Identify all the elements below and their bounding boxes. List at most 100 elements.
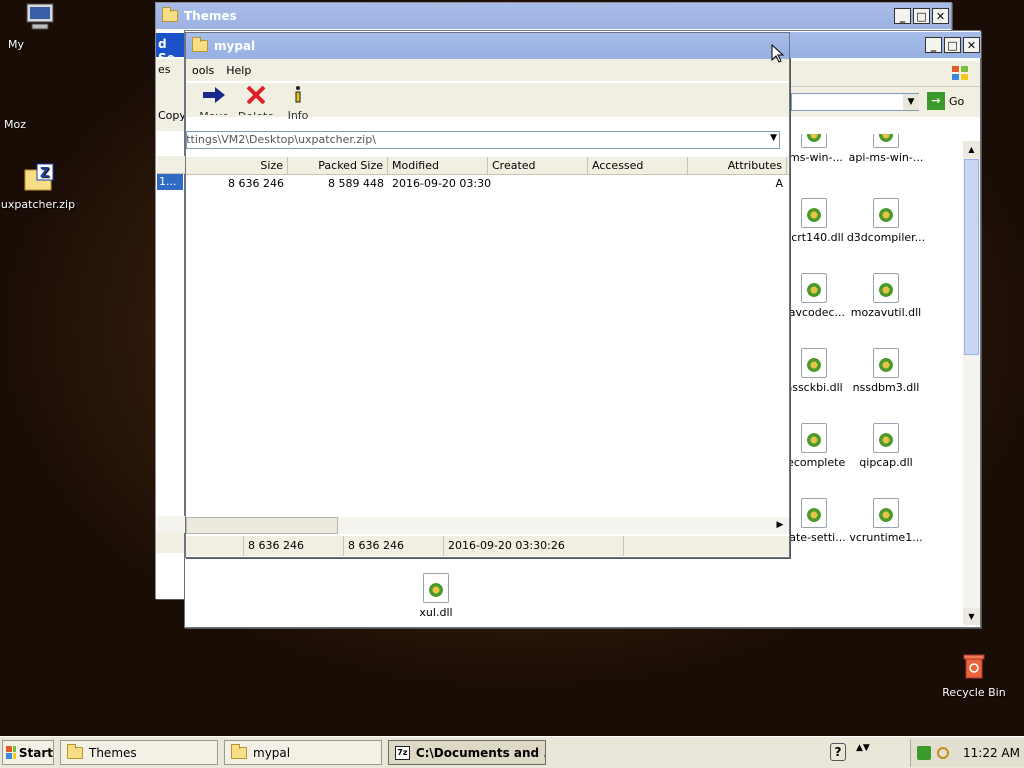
col-modified[interactable]: Modified	[388, 157, 488, 174]
toolbar-partial[interactable]: Copy	[156, 81, 186, 131]
desktop-icon-my-computer[interactable]: My	[2, 2, 78, 51]
table-row[interactable]: 8 636 246 8 589 448 2016-09-20 03:30 A	[186, 176, 789, 192]
task-mypal[interactable]: mypal	[224, 740, 382, 765]
file-item[interactable]: xul.dll	[396, 573, 476, 619]
search-icon[interactable]	[937, 747, 949, 759]
status-size: 8 636 246	[244, 536, 344, 556]
window-title: mypal	[214, 39, 256, 53]
dll-file-icon	[801, 273, 827, 303]
chevron-down-icon[interactable]: ▼	[770, 133, 777, 143]
move-arrow-icon	[203, 87, 225, 103]
address-input[interactable]	[791, 93, 919, 111]
file-item[interactable]: d3dcompiler...	[846, 198, 926, 244]
path-input[interactable]: nd Settings\VM2\Desktop\uxpatcher.zip\ ▼	[186, 131, 780, 149]
scroll-right-button[interactable]: ▶	[773, 517, 787, 534]
network-icon[interactable]	[917, 746, 931, 760]
maximize-button[interactable]: □	[913, 8, 930, 24]
exe-file-icon	[801, 423, 827, 453]
help-icon[interactable]: ?	[830, 743, 846, 761]
horizontal-scrollbar[interactable]: ▶	[186, 517, 789, 534]
desktop-icon-label: Moz	[4, 118, 26, 131]
minimize-button[interactable]: _	[925, 37, 942, 53]
dll-file-icon	[873, 198, 899, 228]
hscroll-partial	[157, 516, 185, 533]
explorer-menubar	[789, 61, 980, 87]
file-item[interactable]: vcruntime1...	[846, 498, 926, 544]
windows-logo-icon	[950, 64, 970, 82]
dll-file-icon	[801, 348, 827, 378]
taskbar: Start Themes mypal 7z C:\Documents and ..…	[0, 736, 1024, 768]
zip-window[interactable]: mypal ools Help Move Delete Info nd Sett…	[185, 32, 790, 558]
clock[interactable]: 11:22 AM	[963, 746, 1020, 760]
file-item[interactable]: qipcap.dll	[846, 423, 926, 469]
task-7zip[interactable]: 7z C:\Documents and ...	[388, 740, 546, 765]
zip-path-bar: nd Settings\VM2\Desktop\uxpatcher.zip\ ▼	[186, 129, 789, 153]
svg-text:Z: Z	[40, 166, 49, 181]
status-modified: 2016-09-20 03:30:26	[444, 536, 624, 556]
dll-file-icon	[873, 273, 899, 303]
zip-titlebar[interactable]: mypal	[186, 33, 789, 59]
move-button[interactable]: Move	[192, 85, 236, 115]
folder-icon	[162, 7, 178, 22]
explorer-address-bar: ▼ → Go	[789, 87, 980, 117]
scroll-up-button[interactable]: ▲	[963, 141, 980, 158]
col-attributes[interactable]: Attributes	[688, 157, 787, 174]
mypal-window-buttons: _ □ ✕	[925, 37, 980, 53]
info-icon	[295, 86, 301, 103]
file-item[interactable]: api-ms-win-...	[846, 134, 926, 174]
mouse-cursor-icon	[771, 44, 785, 63]
desktop-icon-label: uxpatcher.zip	[0, 198, 76, 211]
dll-file-icon	[873, 498, 899, 528]
desktop-icon-uxpatcher-zip[interactable]: Z uxpatcher.zip	[0, 162, 76, 211]
zip-toolbar: Move Delete Info	[186, 83, 789, 122]
delete-x-icon	[246, 85, 266, 105]
task-themes[interactable]: Themes	[60, 740, 218, 765]
go-button[interactable]: → Go	[927, 92, 964, 110]
maximize-button[interactable]: □	[944, 37, 961, 53]
system-tray: 11:22 AM	[910, 739, 1024, 767]
chevron-down-icon[interactable]: ▼	[903, 94, 919, 110]
tray-expand-icon[interactable]: ▲▼	[856, 743, 870, 761]
file-item[interactable]: mozavutil.dll	[846, 273, 926, 319]
scroll-down-button[interactable]: ▼	[963, 608, 980, 625]
dll-file-icon	[423, 573, 449, 603]
themes-titlebar[interactable]: Themes _ □ ✕	[156, 3, 951, 29]
dll-file-icon	[801, 198, 827, 228]
file-item[interactable]: nssdbm3.dll	[846, 348, 926, 394]
zip-app-icon: 7z	[395, 745, 410, 760]
col-created[interactable]: Created	[488, 157, 588, 174]
dll-file-icon	[873, 134, 899, 148]
delete-button[interactable]: Delete	[234, 85, 278, 115]
content-partial	[156, 555, 186, 599]
selected-tab-partial: d Se	[156, 33, 186, 57]
minimize-button[interactable]: _	[894, 8, 911, 24]
info-button[interactable]: Info	[276, 85, 320, 122]
selected-row-partial[interactable]: 1...	[157, 174, 183, 190]
go-label: Go	[949, 94, 965, 108]
vertical-scrollbar[interactable]: ▲ ▼	[963, 141, 980, 625]
zip-icon: Z	[24, 163, 54, 191]
desktop-icon-label: My	[8, 38, 25, 51]
desktop-icon-label: Recycle Bin	[942, 686, 1006, 699]
recycle-bin-icon	[963, 654, 985, 679]
menu-partial[interactable]: es	[156, 59, 186, 81]
desktop: My Moz Z uxpatcher.zip Recycle Bin Theme…	[0, 0, 1024, 736]
dll-file-icon	[873, 348, 899, 378]
col-size[interactable]: Size	[186, 157, 288, 174]
col-packed-size[interactable]: Packed Size	[288, 157, 388, 174]
dll-file-icon	[873, 423, 899, 453]
zip-column-header: Size Packed Size Modified Created Access…	[186, 157, 789, 175]
close-button[interactable]: ✕	[963, 37, 980, 53]
close-button[interactable]: ✕	[932, 8, 949, 24]
scroll-thumb[interactable]	[964, 159, 979, 355]
menu-tools[interactable]: ools	[186, 64, 220, 77]
menu-help[interactable]: Help	[220, 64, 257, 77]
folder-icon	[67, 743, 83, 759]
start-button[interactable]: Start	[2, 740, 54, 765]
folder-icon	[192, 37, 208, 52]
col-accessed[interactable]: Accessed	[588, 157, 688, 174]
scroll-thumb[interactable]	[186, 517, 338, 534]
header-partial	[157, 156, 185, 174]
folder-icon	[231, 743, 247, 759]
desktop-icon-recycle-bin[interactable]: Recycle Bin	[936, 652, 1012, 699]
